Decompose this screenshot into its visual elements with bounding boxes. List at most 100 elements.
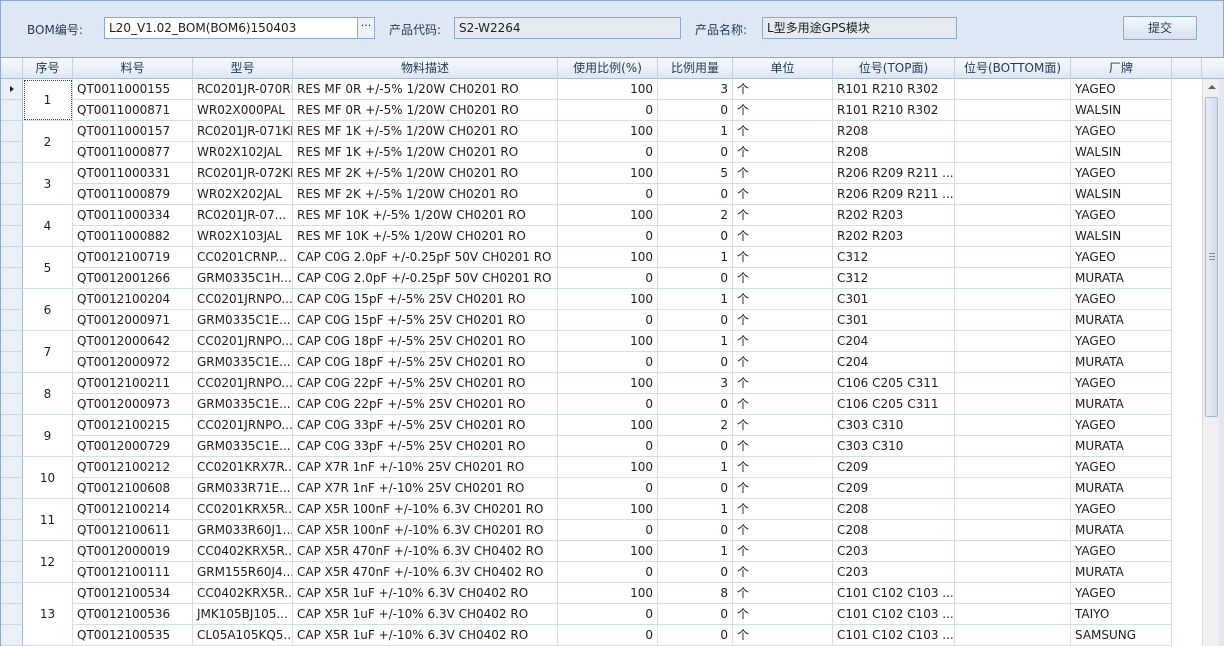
seq-cell[interactable]: 2 [23, 121, 73, 163]
brand-cell[interactable]: YAGEO [1071, 541, 1172, 562]
seq-cell[interactable]: 1 [23, 79, 73, 121]
ref-top-cell[interactable]: R101 R210 R302 [833, 79, 955, 100]
table-row[interactable]: QT0012100536 JMK105BJ105... CAP X5R 1uF +/… [73, 604, 1173, 625]
description-cell[interactable]: CAP C0G 22pF +/-5% 25V CH0201 RO [293, 394, 558, 415]
ref-top-cell[interactable]: C204 [833, 331, 955, 352]
part-number-cell[interactable]: QT0012100111 [73, 562, 193, 583]
row-indicator[interactable] [1, 289, 23, 310]
description-cell[interactable]: CAP X5R 100nF +/-10% 6.3V CH0201 RO [293, 520, 558, 541]
usage-ratio-cell[interactable]: 100 [558, 247, 658, 268]
description-cell[interactable]: CAP C0G 2.0pF +/-0.25pF 50V CH0201 RO [293, 247, 558, 268]
brand-cell[interactable]: YAGEO [1071, 121, 1172, 142]
usage-ratio-cell[interactable]: 100 [558, 289, 658, 310]
table-row[interactable]: QT0012100215 CC0201JRNPO... CAP C0G 33pF +… [73, 415, 1173, 436]
unit-cell[interactable]: 个 [733, 184, 833, 205]
table-row[interactable]: QT0012100214 CC0201KRX5R... CAP X5R 100nF … [73, 499, 1173, 520]
unit-cell[interactable]: 个 [733, 268, 833, 289]
row-indicator[interactable] [1, 205, 23, 226]
row-indicator[interactable] [1, 121, 23, 142]
model-cell[interactable]: CC0402KRX5R... [193, 541, 293, 562]
bom-browse-button[interactable]: ··· [357, 18, 374, 38]
brand-cell[interactable]: YAGEO [1071, 373, 1172, 394]
seq-cell[interactable]: 13 [23, 583, 73, 646]
part-number-cell[interactable]: QT0012000642 [73, 331, 193, 352]
table-row[interactable]: QT0011000157 RC0201JR-071KL RES MF 1K +/-5… [73, 121, 1173, 142]
ref-top-cell[interactable]: R208 [833, 121, 955, 142]
row-indicator[interactable] [1, 520, 23, 541]
description-cell[interactable]: CAP X5R 1uF +/-10% 6.3V CH0402 RO [293, 625, 558, 646]
brand-cell[interactable]: YAGEO [1071, 457, 1172, 478]
unit-cell[interactable]: 个 [733, 436, 833, 457]
ref-bottom-cell[interactable] [955, 289, 1071, 310]
ref-bottom-cell[interactable] [955, 604, 1071, 625]
seq-cell[interactable]: 9 [23, 415, 73, 457]
model-cell[interactable]: RC0201JR-070RL [193, 79, 293, 100]
model-cell[interactable]: WR02X202JAL [193, 184, 293, 205]
part-number-cell[interactable]: QT0012100536 [73, 604, 193, 625]
table-row[interactable]: QT0012000019 CC0402KRX5R... CAP X5R 470nF … [73, 541, 1173, 562]
unit-cell[interactable]: 个 [733, 226, 833, 247]
row-indicator[interactable] [1, 625, 23, 646]
part-number-cell[interactable]: QT0012000973 [73, 394, 193, 415]
header-col-part-no[interactable]: 料号 [73, 58, 193, 79]
row-indicator[interactable] [1, 562, 23, 583]
ratio-qty-cell[interactable]: 0 [658, 268, 733, 289]
vertical-scrollbar[interactable] [1202, 79, 1219, 646]
usage-ratio-cell[interactable]: 0 [558, 268, 658, 289]
usage-ratio-cell[interactable]: 0 [558, 604, 658, 625]
header-col-unit[interactable]: 单位 [733, 58, 833, 79]
model-cell[interactable]: CC0201JRNPO... [193, 415, 293, 436]
ref-bottom-cell[interactable] [955, 625, 1071, 646]
part-number-cell[interactable]: QT0011000155 [73, 79, 193, 100]
part-number-cell[interactable]: QT0011000157 [73, 121, 193, 142]
model-cell[interactable]: GRM033R60J1... [193, 520, 293, 541]
ref-top-cell[interactable]: C106 C205 C311 [833, 373, 955, 394]
model-cell[interactable]: GRM0335C1E... [193, 310, 293, 331]
seq-cell[interactable]: 4 [23, 205, 73, 247]
ref-bottom-cell[interactable] [955, 79, 1071, 100]
brand-cell[interactable]: YAGEO [1071, 583, 1172, 604]
description-cell[interactable]: CAP X7R 1nF +/-10% 25V CH0201 RO [293, 478, 558, 499]
unit-cell[interactable]: 个 [733, 415, 833, 436]
usage-ratio-cell[interactable]: 0 [558, 394, 658, 415]
description-cell[interactable]: RES MF 2K +/-5% 1/20W CH0201 RO [293, 184, 558, 205]
ratio-qty-cell[interactable]: 0 [658, 436, 733, 457]
description-cell[interactable]: CAP C0G 18pF +/-5% 25V CH0201 RO [293, 352, 558, 373]
ref-bottom-cell[interactable] [955, 520, 1071, 541]
seq-cell[interactable]: 8 [23, 373, 73, 415]
unit-cell[interactable]: 个 [733, 352, 833, 373]
unit-cell[interactable]: 个 [733, 394, 833, 415]
row-indicator[interactable] [1, 163, 23, 184]
table-row[interactable]: QT0012100111 GRM155R60J4... CAP X5R 470nF … [73, 562, 1173, 583]
usage-ratio-cell[interactable]: 0 [558, 478, 658, 499]
brand-cell[interactable]: WALSIN [1071, 142, 1172, 163]
ref-top-cell[interactable]: R206 R209 R211 ... [833, 184, 955, 205]
description-cell[interactable]: CAP C0G 2.0pF +/-0.25pF 50V CH0201 RO [293, 268, 558, 289]
usage-ratio-cell[interactable]: 0 [558, 520, 658, 541]
ref-bottom-cell[interactable] [955, 478, 1071, 499]
model-cell[interactable]: GRM155R60J4... [193, 562, 293, 583]
ratio-qty-cell[interactable]: 1 [658, 457, 733, 478]
brand-cell[interactable]: YAGEO [1071, 289, 1172, 310]
table-row[interactable]: QT0012000972 GRM0335C1E... CAP C0G 18pF +/… [73, 352, 1173, 373]
description-cell[interactable]: RES MF 10K +/-5% 1/20W CH0201 RO [293, 205, 558, 226]
model-cell[interactable]: WR02X102JAL [193, 142, 293, 163]
ratio-qty-cell[interactable]: 0 [658, 394, 733, 415]
description-cell[interactable]: CAP X5R 470nF +/-10% 6.3V CH0402 RO [293, 562, 558, 583]
description-cell[interactable]: RES MF 1K +/-5% 1/20W CH0201 RO [293, 142, 558, 163]
row-indicator[interactable] [1, 394, 23, 415]
table-row[interactable]: QT0011000871 WR02X000PAL RES MF 0R +/-5% 1… [73, 100, 1173, 121]
row-indicator[interactable] [1, 268, 23, 289]
ref-bottom-cell[interactable] [955, 457, 1071, 478]
ratio-qty-cell[interactable]: 1 [658, 331, 733, 352]
usage-ratio-cell[interactable]: 0 [558, 562, 658, 583]
description-cell[interactable]: RES MF 10K +/-5% 1/20W CH0201 RO [293, 226, 558, 247]
ref-bottom-cell[interactable] [955, 352, 1071, 373]
ratio-qty-cell[interactable]: 0 [658, 604, 733, 625]
header-col-ref-top[interactable]: 位号(TOP面) [833, 58, 955, 79]
description-cell[interactable]: CAP X5R 1uF +/-10% 6.3V CH0402 RO [293, 583, 558, 604]
brand-cell[interactable]: MURATA [1071, 478, 1172, 499]
ref-bottom-cell[interactable] [955, 184, 1071, 205]
usage-ratio-cell[interactable]: 0 [558, 310, 658, 331]
scroll-thumb[interactable] [1205, 97, 1218, 417]
